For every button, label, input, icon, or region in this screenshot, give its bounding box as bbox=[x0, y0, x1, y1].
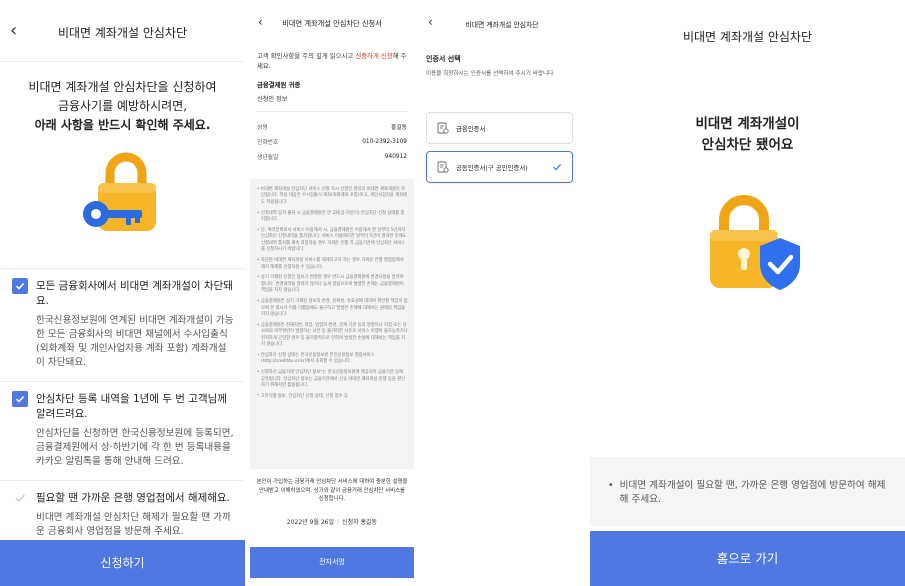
section-label: 금융결제원 귀중 bbox=[257, 81, 301, 89]
page-title: 비대면 계좌개설 안심차단 bbox=[465, 21, 539, 29]
info-box: • 비대면 계좌개설이 필요할 땐, 가까운 은행 영업점에 방문하여 해제해 주… bbox=[590, 457, 905, 526]
notice-footnote: * 고유식별 정보, 안심차단 신청 상태, 신청 접수 등 bbox=[257, 394, 348, 400]
notice-item: • 비대면 계좌개설 안심차단 서비스 신청 즉시 신청인 명의의 비대면 계좌… bbox=[257, 187, 408, 205]
screen-certificate-select: ‹ 비대면 계좌개설 안심차단 인증서 선택 이용을 희망하시는 인증서를 선택… bbox=[418, 0, 586, 586]
go-home-button[interactable]: 홈으로 가기 bbox=[590, 531, 905, 586]
page-title: 비대면 계좌개설 안심차단 bbox=[57, 26, 188, 40]
intro-text: 비대면 계좌개설 안심차단을 신청하여 금융사기를 예방하시려면, 아래 사항을… bbox=[0, 78, 245, 135]
confirm-item-title: 안심차단 등록 내역을 1년에 두 번 고객님께 알려드려요. bbox=[36, 393, 227, 420]
screen-application-form: ‹ 비대면 계좌개설 안심차단 신청서 고객 확인사항을 주의 깊게 읽으시고 … bbox=[250, 0, 414, 586]
e-sign-button[interactable]: 전자서명 bbox=[250, 547, 414, 578]
confirm-item-desc: 비대면 계좌개설 안심차단 해제가 필요할 땐 가까운 금융회사 영업점을 방문… bbox=[36, 512, 231, 537]
intro-line-2: 금융사기를 예방하시려면, bbox=[57, 99, 188, 113]
form-lead: 고객 확인사항을 주의 깊게 읽으시고 신중하게 신청해 주세요. bbox=[257, 52, 407, 70]
apply-button[interactable]: 신청하기 bbox=[0, 540, 245, 586]
certificate-icon bbox=[437, 122, 449, 134]
checkbox-checked-icon[interactable] bbox=[12, 391, 28, 407]
certificate-icon bbox=[437, 161, 449, 173]
option-label: 공동인증서(구 공인인증서) bbox=[456, 163, 528, 172]
header: ‹ 비대면 계좌개설 안심차단 신청서 bbox=[250, 0, 414, 44]
sign-date: 2022년 9월 26일 | 신청자 홍길동 bbox=[286, 519, 378, 526]
section-heading: 인증서 선택 bbox=[426, 55, 461, 63]
confirm-item[interactable]: 모든 금융회사에서 비대면 계좌개설이 차단돼요. 한국신용정보원에 연계된 비… bbox=[0, 269, 245, 382]
confirm-item[interactable]: 안심차단 등록 내역을 1년에 두 번 고객님께 알려드려요. 안심차단을 신청… bbox=[0, 382, 245, 481]
field-row: 전화번호 010-2392-3109 bbox=[257, 138, 407, 147]
certificate-option-financial[interactable]: 금융인증서 bbox=[426, 112, 573, 144]
info-text: 비대면 계좌개설이 필요할 땐, 가까운 은행 영업점에 방문하여 해제해 주세… bbox=[619, 480, 886, 505]
field-row: 성명 홍길동 bbox=[257, 125, 407, 131]
confirm-item-desc: 한국신용정보원에 연계된 비대면 계좌개설이 가능한 모든 금융회사의 비대면 … bbox=[36, 315, 234, 368]
screen-apply-intro: ‹ 비대면 계좌개설 안심차단 비대면 계좌개설 안심차단을 신청하여 금융사기… bbox=[0, 0, 245, 586]
intro-line-3: 아래 사항을 반드시 확인해 주세요. bbox=[34, 118, 211, 132]
complete-message: 비대면 계좌개설이 안심차단 됐어요 bbox=[695, 116, 800, 153]
option-label: 금융인증서 bbox=[456, 124, 486, 133]
header: ‹ 비대면 계좌개설 안심차단 bbox=[0, 0, 245, 62]
checkbox-checked-icon[interactable] bbox=[12, 278, 28, 294]
page-title: 비대면 계좌개설 안심차단 bbox=[682, 30, 813, 44]
back-chevron-icon[interactable]: ‹ bbox=[10, 21, 17, 40]
header: 비대면 계좌개설 안심차단 bbox=[590, 0, 905, 70]
notice-item: • 금융결제원은 상기 기재된 정보의 변경, 진위성, 유효성에 대하여 확인… bbox=[257, 299, 408, 317]
notice-item: • 신청하신 금융거래 안심차단 정보*는 한국신용정보원에 제공되어 금융기관… bbox=[257, 370, 406, 389]
agreement-text: 본인이 가입하는 금융거래 안심차단 서비스에 대하여 충분한 설명을 안내받고… bbox=[256, 479, 408, 503]
back-chevron-icon[interactable]: ‹ bbox=[258, 16, 263, 28]
back-chevron-icon[interactable]: ‹ bbox=[428, 16, 433, 28]
screen-complete: 비대면 계좌개설 안심차단 비대면 계좌개설이 안심차단 됐어요 • 비대면 계좌… bbox=[590, 0, 905, 586]
notice-item: • 차단된 비대면 계좌개설 서비스를 재개하고자 하는 경우 가까운 은행 영… bbox=[257, 258, 404, 270]
lock-key-icon bbox=[82, 152, 156, 231]
notice-box: • 비대면 계좌개설 안심차단 서비스 신청 즉시 신청인 명의의 비대면 계좌… bbox=[250, 179, 414, 469]
notice-item: • 금융결제원은 천재지변, 파업, 법령의 변경, 관계 기관 등의 명령이나… bbox=[257, 322, 408, 348]
page-title: 비대면 계좌개설 안심차단 신청서 bbox=[282, 19, 382, 28]
check-icon bbox=[553, 164, 562, 171]
confirm-item-title: 필요할 땐 가까운 은행 영업점에서 해제해요. bbox=[36, 492, 230, 504]
intro-line-1: 비대면 계좌개설 안심차단을 신청하여 bbox=[28, 80, 217, 94]
confirm-list: 모든 금융회사에서 비대면 계좌개설이 차단돼요. 한국신용정보원에 연계된 비… bbox=[0, 268, 245, 550]
notice-item: • 상기 기재된 신청인 정보가 변경된 경우 반드시 금융결제원에 변경사항을… bbox=[257, 275, 404, 294]
lock-shield-illustration bbox=[590, 188, 905, 298]
confirm-item-title: 모든 금융회사에서 비대면 계좌개설이 차단돼요. bbox=[36, 280, 233, 307]
lock-shield-icon bbox=[709, 195, 800, 290]
header: ‹ 비대면 계좌개설 안심차단 bbox=[418, 0, 586, 44]
notice-item: • 단, 여러분위로서 서비스 이용해서 시, 금융결제원은 이용해서 한 날부… bbox=[257, 228, 407, 253]
field-row: 생년월일 940912 bbox=[257, 153, 407, 162]
applicant-info: 성명 홍길동 전화번호 010-2392-3109 생년월일 940912 bbox=[257, 112, 407, 164]
notice-item: • 안심차단 신청 상태는 한국신용정보원 본인신용정보 열람서비스(http:… bbox=[257, 353, 375, 365]
notice-item: • 신청내역 등치 출처 시 금융결제원은 안 2회(상·하반기) 안심차단 신… bbox=[257, 210, 405, 223]
confirm-item-desc: 안심차단을 신청하면 한국신용정보원에 등록되면, 금융결제원에서 상·하반기에… bbox=[36, 428, 234, 467]
certificate-option-joint[interactable]: 공동인증서(구 공인인증서) bbox=[426, 151, 573, 183]
section-sub: 신청인 정보 bbox=[257, 94, 407, 112]
lock-key-illustration bbox=[0, 143, 245, 247]
section-description: 이용을 희망하시는 인증서를 선택하여 주시기 바랍니다. bbox=[426, 71, 556, 77]
checkbox-unchecked-icon[interactable] bbox=[12, 490, 28, 506]
